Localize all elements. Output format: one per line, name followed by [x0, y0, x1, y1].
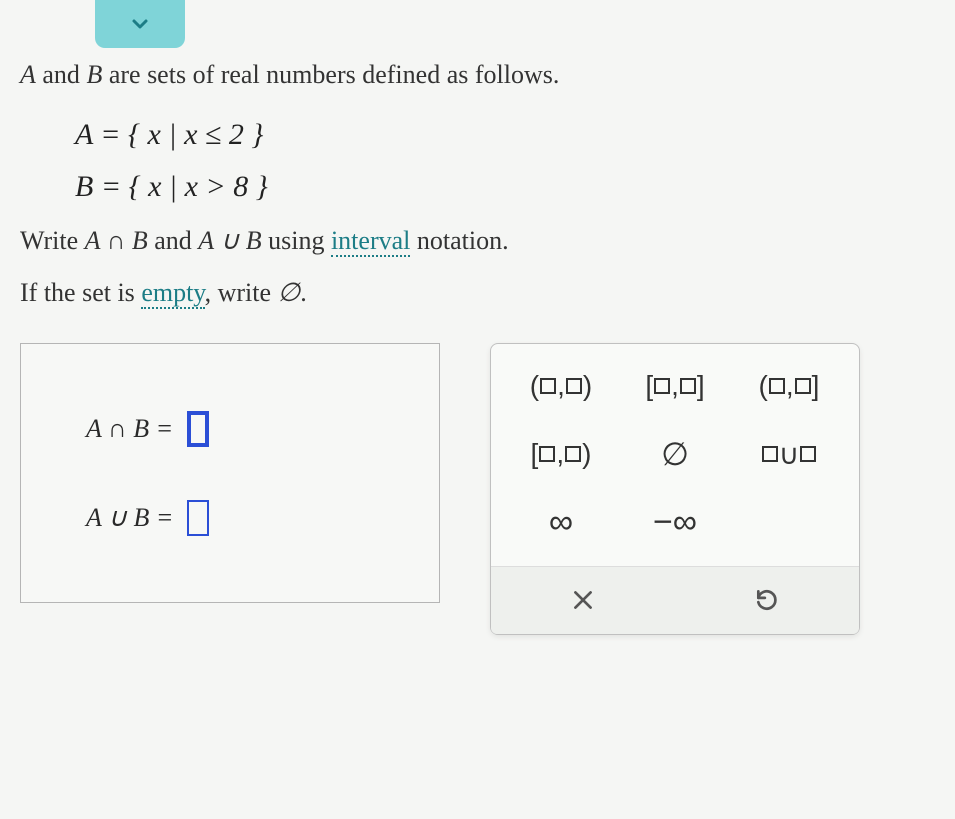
- union-label: A ∪ B =: [86, 503, 173, 533]
- var-B: B: [86, 60, 102, 89]
- interval-closed-closed-button[interactable]: [,]: [635, 366, 715, 406]
- interval-link[interactable]: interval: [331, 226, 410, 257]
- set-definition-B: B = { x | x > 8 }: [75, 170, 935, 204]
- answer-union: A ∪ B =: [51, 500, 409, 536]
- emptyset-button[interactable]: ∅: [635, 434, 715, 474]
- symbol-palette: (,) [,] (,] [,) ∅ ∪ ∞ −∞: [490, 343, 860, 635]
- collapse-tab[interactable]: [95, 0, 185, 48]
- clear-button[interactable]: [550, 581, 616, 626]
- interval-closed-open-button[interactable]: [,): [521, 434, 601, 474]
- interval-open-closed-button[interactable]: (,]: [749, 366, 829, 406]
- union-input[interactable]: [187, 500, 209, 536]
- prompt-intro: A and B are sets of real numbers defined…: [20, 60, 935, 90]
- palette-actions: [491, 566, 859, 634]
- answer-box: A ∩ B = A ∪ B =: [20, 343, 440, 603]
- intersection-input[interactable]: [187, 411, 209, 447]
- infinity-button[interactable]: ∞: [521, 502, 601, 542]
- var-A: A: [20, 60, 36, 89]
- set-definition-A: A = { x | x ≤ 2 }: [75, 118, 935, 152]
- union-button[interactable]: ∪: [749, 434, 829, 474]
- x-icon: [570, 587, 596, 613]
- emptyset-symbol: ∅: [278, 278, 301, 307]
- reset-button[interactable]: [734, 581, 800, 626]
- work-area: A ∩ B = A ∪ B = (,) [,] (,] [,) ∅ ∪ ∞ −∞: [20, 343, 935, 635]
- instruction-line-2: If the set is empty, write ∅.: [20, 278, 935, 308]
- problem-content: A and B are sets of real numbers defined…: [20, 60, 935, 635]
- instruction-line-1: Write A ∩ B and A ∪ B using interval not…: [20, 226, 935, 256]
- undo-icon: [754, 587, 780, 613]
- neg-infinity-button[interactable]: −∞: [635, 502, 715, 542]
- intersection-label: A ∩ B =: [86, 414, 173, 444]
- chevron-down-icon: [128, 12, 152, 36]
- answer-intersection: A ∩ B =: [51, 411, 409, 447]
- empty-link[interactable]: empty: [141, 278, 204, 309]
- interval-open-open-button[interactable]: (,): [521, 366, 601, 406]
